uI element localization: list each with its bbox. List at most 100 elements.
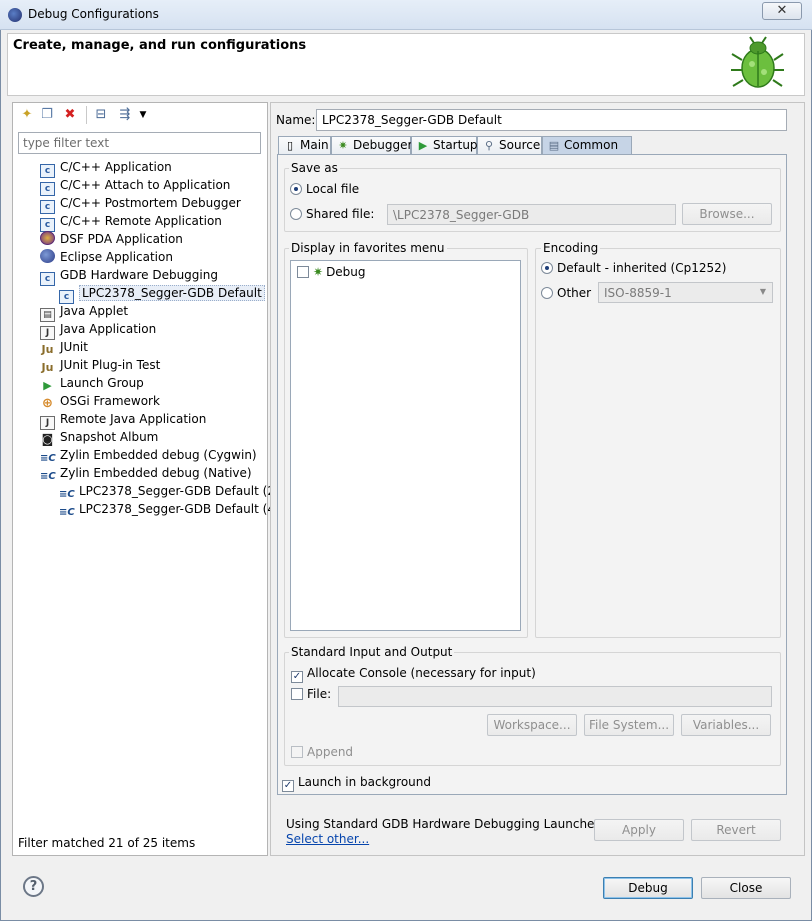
checkbox-checked: ✓ — [291, 671, 303, 683]
eclipse-icon — [40, 249, 55, 263]
tree-item-label: LPC2378_Segger-GDB Default — [79, 285, 265, 301]
tree-item-label: Eclipse Application — [60, 250, 173, 264]
tree-item-label: JUnit Plug-in Test — [60, 358, 161, 372]
tree-item-snapshot-album[interactable]: ◙ Snapshot Album — [40, 428, 260, 446]
tree-item-java-applet[interactable]: ▤ Java Applet — [40, 302, 260, 322]
revert-button[interactable]: Revert — [691, 819, 781, 841]
tree-item-label: Launch Group — [60, 376, 144, 390]
save-as-label: Save as — [289, 161, 340, 175]
collapse-all-icon[interactable]: ⊟ — [93, 107, 109, 123]
play-icon: ▶ — [418, 139, 428, 152]
window-close-button[interactable]: ✕ — [762, 2, 802, 20]
tree-item-dsf-pda[interactable]: DSF PDA Application — [40, 230, 260, 248]
delete-config-icon[interactable]: ✖ — [62, 107, 78, 123]
tree-item-gdb-hardware[interactable]: c GDB Hardware Debugging — [40, 266, 260, 286]
tree-item-zylin-native[interactable]: ≡C Zylin Embedded debug (Native) — [40, 464, 260, 482]
tab-source[interactable]: ⚲ Source — [477, 136, 542, 155]
apply-button[interactable]: Apply — [594, 819, 684, 841]
favorite-item-debug[interactable]: ✷ Debug — [297, 265, 366, 279]
tree-item-lpc2378-default-2[interactable]: ≡C LPC2378_Segger-GDB Default (2) — [40, 482, 280, 500]
other-encoding-radio[interactable]: Other — [541, 286, 591, 300]
tab-label: Main — [300, 138, 329, 152]
close-button[interactable]: Close — [701, 877, 791, 899]
tree-item-label: Remote Java Application — [60, 412, 207, 426]
tree-item-cpp-application[interactable]: c C/C++ Application — [40, 158, 260, 178]
tree-item-eclipse-application[interactable]: Eclipse Application — [40, 248, 260, 266]
checkbox-unchecked — [297, 266, 309, 278]
bug-small-icon: ✷ — [338, 139, 348, 152]
allocate-console-label: Allocate Console (necessary for input) — [307, 666, 536, 680]
window-title: Debug Configurations — [28, 7, 159, 21]
file-output-checkbox[interactable]: File: — [291, 687, 331, 701]
default-encoding-radio[interactable]: Default - inherited (Cp1252) — [541, 261, 726, 275]
zylin-icon: ≡C — [59, 507, 75, 518]
allocate-console-checkbox[interactable]: ✓ Allocate Console (necessary for input) — [291, 666, 536, 683]
encoding-group — [535, 248, 781, 638]
other-encoding-label: Other — [557, 286, 592, 300]
tab-startup[interactable]: ▶ Startup — [411, 136, 478, 155]
zylin-icon: ≡C — [40, 471, 56, 482]
tree-item-remote-java[interactable]: J Remote Java Application — [40, 410, 260, 430]
tree-item-cpp-postmortem[interactable]: c C/C++ Postmortem Debugger — [40, 194, 260, 214]
tree-item-label: Java Application — [60, 322, 157, 336]
radio-selected — [541, 262, 553, 274]
tree-item-cpp-attach[interactable]: c C/C++ Attach to Application — [40, 176, 260, 196]
default-encoding-label: Default - inherited (Cp1252) — [557, 261, 727, 275]
radio-unselected — [290, 208, 302, 220]
tree-item-launch-group[interactable]: ▶ Launch Group — [40, 374, 260, 392]
filter-config-icon[interactable]: ⇶ — [117, 107, 133, 123]
tab-common[interactable]: ▤ Common — [542, 136, 632, 155]
tree-item-label: C/C++ Attach to Application — [60, 178, 231, 192]
append-label: Append — [307, 745, 354, 759]
select-other-link[interactable]: Select other... — [286, 832, 369, 846]
eclipse-app-icon — [8, 8, 22, 22]
launch-background-checkbox[interactable]: ✓ Launch in background — [282, 775, 431, 792]
tree-item-lpc2378-default-4[interactable]: ≡C LPC2378_Segger-GDB Default (4) — [40, 500, 280, 518]
tree-item-label: C/C++ Application — [60, 160, 172, 174]
tree-item-osgi[interactable]: ⊕ OSGi Framework — [40, 392, 260, 410]
tree-item-label: GDB Hardware Debugging — [60, 268, 218, 282]
tree-item-label: LPC2378_Segger-GDB Default (4) — [79, 502, 280, 516]
tree-item-java-application[interactable]: J Java Application — [40, 320, 260, 340]
tree-item-lpc2378-default[interactable]: c LPC2378_Segger-GDB Default — [40, 284, 265, 304]
checkbox-checked: ✓ — [282, 780, 294, 792]
tab-main[interactable]: ▯ Main — [278, 136, 331, 155]
tree-item-label: C/C++ Remote Application — [60, 214, 222, 228]
tree-item-junit-plugin[interactable]: Ju JUnit Plug-in Test — [40, 356, 260, 374]
tab-label: Debugger — [353, 138, 413, 152]
name-field[interactable] — [316, 109, 787, 131]
checkbox-disabled — [291, 746, 303, 758]
tab-label: Common — [564, 138, 619, 152]
new-config-icon[interactable]: ✦ — [19, 107, 35, 123]
tree-item-junit[interactable]: Ju JUnit — [40, 338, 260, 356]
favorites-label: Display in favorites menu — [289, 241, 447, 255]
shared-file-radio[interactable]: Shared file: — [290, 207, 374, 221]
bug-small-icon: ✷ — [313, 265, 324, 279]
workspace-button[interactable]: Workspace... — [487, 714, 577, 736]
tab-debugger[interactable]: ✷ Debugger — [331, 136, 413, 155]
chevron-down-icon[interactable]: ▼ — [135, 107, 151, 123]
help-icon[interactable]: ? — [23, 876, 44, 897]
tab-label: Source — [499, 138, 541, 152]
encoding-select-value: ISO-8859-1 — [604, 286, 672, 300]
local-file-radio[interactable]: Local file — [290, 182, 359, 196]
encoding-select: ISO-8859-1 ▼ — [598, 282, 773, 303]
tree-item-label: Zylin Embedded debug (Cygwin) — [60, 448, 257, 462]
shared-file-path: \LPC2378_Segger-GDB — [387, 204, 676, 225]
append-checkbox[interactable]: Append — [291, 745, 353, 759]
browse-button[interactable]: Browse... — [682, 203, 772, 225]
favorites-list — [290, 260, 521, 631]
tree-item-label: OSGi Framework — [60, 394, 160, 408]
variables-button[interactable]: Variables... — [681, 714, 771, 736]
tree-item-cpp-remote[interactable]: c C/C++ Remote Application — [40, 212, 260, 232]
tree-item-zylin-cygwin[interactable]: ≡C Zylin Embedded debug (Cygwin) — [40, 446, 260, 464]
file-output-label: File: — [307, 687, 332, 701]
filter-input[interactable] — [18, 132, 261, 154]
stdio-label: Standard Input and Output — [289, 645, 455, 659]
tree-item-label: Java Applet — [60, 304, 129, 318]
debug-button[interactable]: Debug — [603, 877, 693, 899]
file-system-button[interactable]: File System... — [584, 714, 674, 736]
name-label: Name: — [276, 113, 316, 127]
duplicate-config-icon[interactable]: ❐ — [39, 107, 55, 123]
common-icon: ▤ — [548, 139, 560, 152]
